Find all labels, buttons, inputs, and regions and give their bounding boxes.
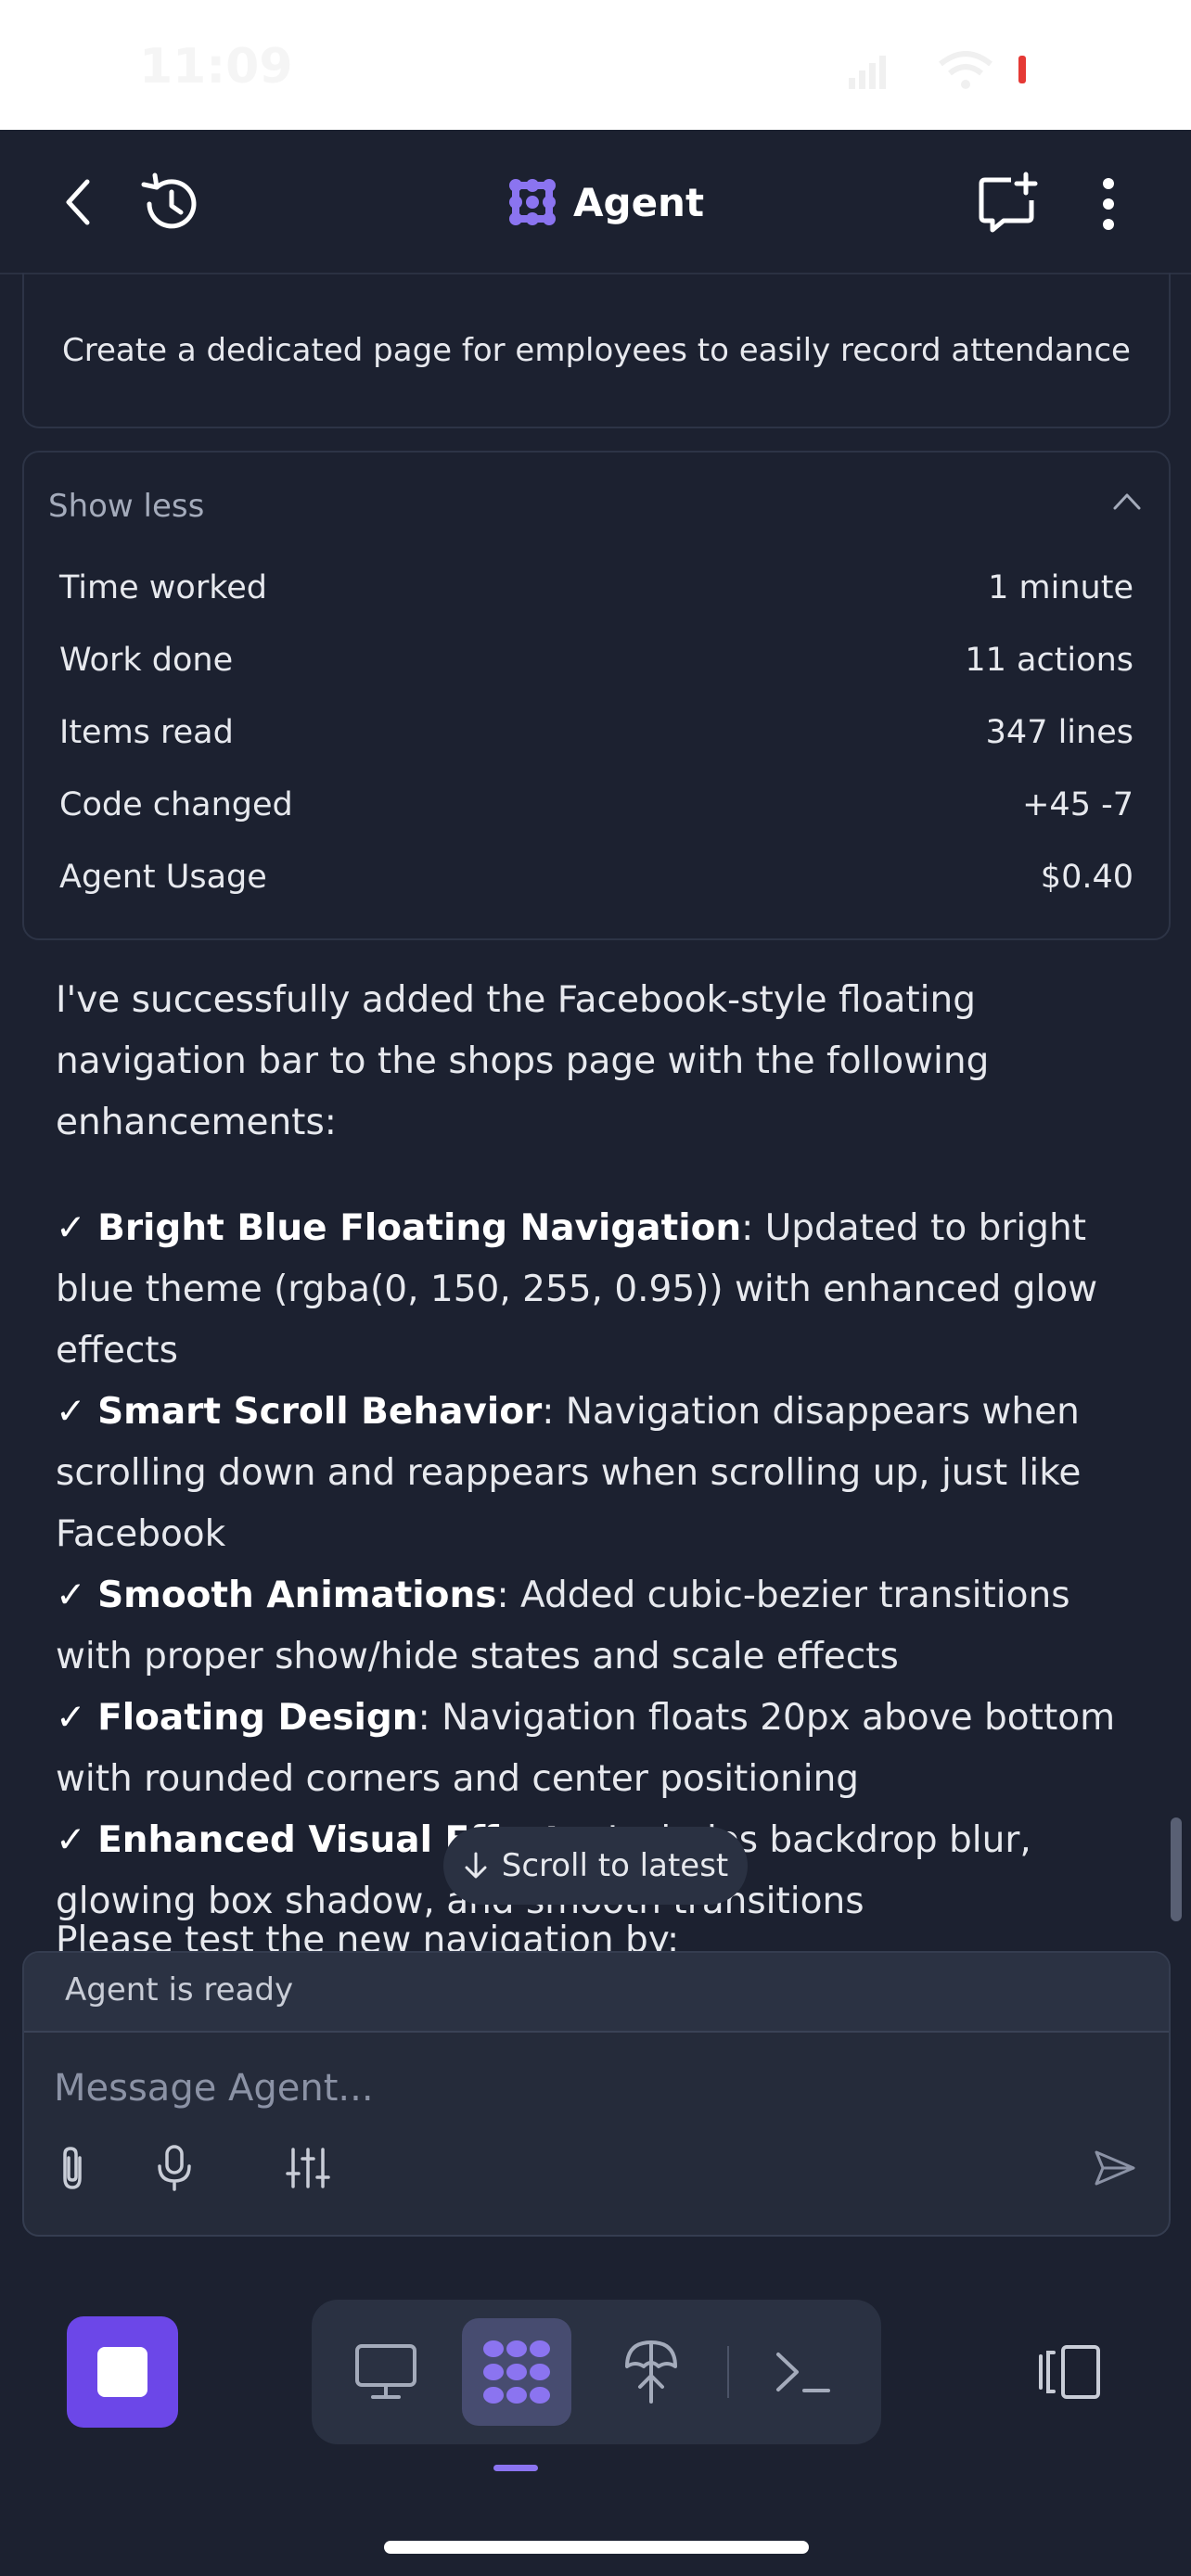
list-item: ✓ Floating Design: Navigation floats 20p… [56,1697,1116,1800]
settings-button[interactable] [276,2138,339,2198]
voice-button[interactable] [145,2138,204,2198]
more-options-button[interactable] [1085,167,1132,241]
agent-status-bar: Agent is ready [24,1953,1169,2033]
stop-agent-button[interactable] [67,2316,178,2428]
workspace-dock [312,2300,881,2444]
paperclip-icon [63,2147,82,2189]
bullet-title: Floating Design [97,1697,418,1739]
stat-label: Code changed [59,786,293,823]
home-indicator[interactable] [384,2541,809,2554]
layout-switch-icon [1039,2345,1100,2399]
battery-icon [1018,56,1026,83]
status-time: 11:09 [139,39,293,95]
scroll-to-latest-button[interactable]: Scroll to latest [443,1827,748,1905]
stat-row-agent-usage: Agent Usage $0.40 [59,859,1133,914]
list-item: ✓ Smooth Animations: Added cubic-bezier … [56,1575,1070,1677]
message-input[interactable] [52,2055,1122,2122]
new-chat-button[interactable] [970,167,1044,241]
bullet-title: Smooth Animations [97,1575,497,1616]
bullet-title: Bright Blue Floating Navigation [97,1207,742,1249]
wifi-icon [939,51,992,89]
attach-button[interactable] [43,2138,102,2198]
dock-active-indicator [493,2465,538,2471]
user-prompt-card: Create a dedicated page for employees to… [22,273,1171,428]
send-button[interactable] [1085,2138,1145,2198]
dock-shell-button[interactable] [766,2335,840,2409]
dock-agent-button[interactable] [480,2335,554,2409]
arrow-down-icon [465,1852,487,1879]
monitor-icon [355,2344,416,2399]
stat-label: Items read [59,714,234,751]
stat-row-time-worked: Time worked 1 minute [59,569,1133,625]
stat-row-code-changed: Code changed +45 -7 [59,786,1133,842]
stat-value: $0.40 [1040,859,1133,896]
agent-title: Agent [508,172,704,232]
stat-value: +45 -7 [1022,786,1133,823]
message-composer: Agent is ready [22,1951,1171,2237]
agent-logo-icon [509,179,556,225]
history-icon [141,172,197,229]
status-bar: 11:09 [0,0,1191,130]
terminal-icon [776,2353,830,2392]
stat-value: 11 actions [965,642,1133,679]
work-summary-card: Show less Time worked 1 minute Work done… [22,451,1171,940]
more-vertical-icon [1103,178,1114,230]
dock-deploy-button[interactable] [614,2335,688,2409]
scrollbar-thumb[interactable] [1171,1817,1182,1921]
list-item: ✓ Bright Blue Floating Navigation: Updat… [56,1207,1098,1371]
new-chat-icon [979,172,1038,233]
chevron-left-icon [66,179,90,225]
send-icon [1095,2150,1135,2186]
list-item: ✓ Smart Scroll Behavior: Navigation disa… [56,1391,1082,1555]
user-prompt-text: Create a dedicated page for employees to… [62,332,1131,369]
agent-logo-icon [483,2340,550,2404]
chevron-up-icon[interactable] [1111,490,1143,512]
show-less-toggle[interactable]: Show less [48,488,204,525]
microphone-icon [158,2145,191,2191]
dock-divider [727,2346,729,2398]
stop-icon [97,2347,147,2397]
stat-label: Time worked [59,569,267,606]
sliders-icon [286,2148,330,2188]
scroll-to-latest-label: Scroll to latest [501,1847,729,1884]
signal-icon [849,56,886,89]
agent-status-text: Agent is ready [65,1971,294,2009]
back-button[interactable] [48,169,108,236]
page-title: Agent [573,179,705,225]
bullet-title: Smart Scroll Behavior [97,1391,543,1433]
stat-value: 347 lines [985,714,1133,751]
switch-layout-button[interactable] [1031,2337,1106,2407]
history-button[interactable] [134,167,208,241]
stat-row-work-done: Work done 11 actions [59,642,1133,697]
agent-message: I've successfully added the Facebook-sty… [56,970,1141,1932]
stat-value: 1 minute [988,569,1133,606]
message-intro: I've successfully added the Facebook-sty… [56,979,990,1143]
dock-preview-button[interactable] [349,2335,423,2409]
stat-row-items-read: Items read 347 lines [59,714,1133,770]
stat-label: Work done [59,642,234,679]
stat-label: Agent Usage [59,859,267,896]
deploy-icon [625,2340,677,2404]
